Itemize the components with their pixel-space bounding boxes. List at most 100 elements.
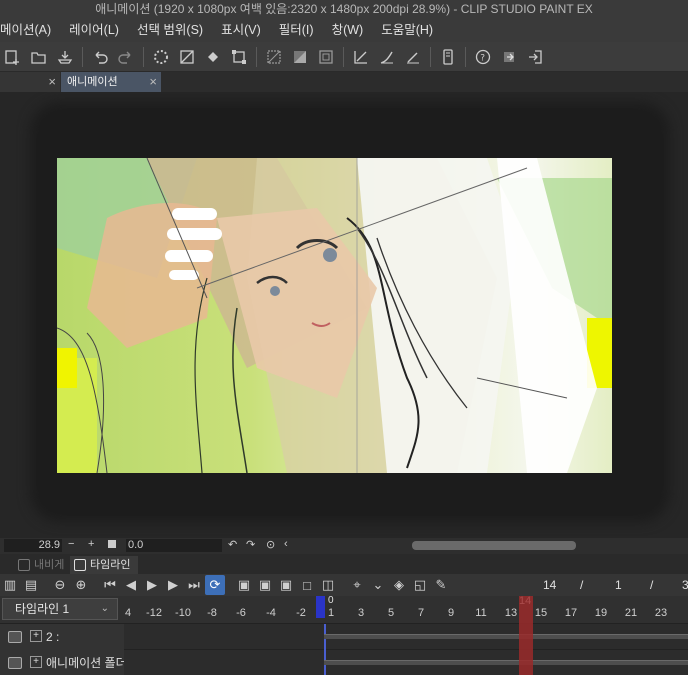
assign-cel-icon[interactable]: ▣ <box>276 575 296 595</box>
frame-ruler[interactable]: 4 -12 -10 -8 -6 -4 -2 1 3 5 7 9 11 13 15 17 19 21 23 <box>124 596 688 624</box>
share-icon[interactable] <box>497 45 521 69</box>
fit-icon[interactable] <box>108 540 116 548</box>
horizontal-scrollbar[interactable] <box>412 541 576 550</box>
menu-view[interactable]: 표시(V) <box>212 18 270 42</box>
current-frame-value: 14 <box>543 578 557 592</box>
zoom-out-timeline-icon[interactable]: ⊖ <box>50 575 70 595</box>
canvas-artwork[interactable] <box>57 158 612 473</box>
open-icon[interactable] <box>27 45 51 69</box>
select-none-icon[interactable] <box>262 45 286 69</box>
exit-icon[interactable] <box>523 45 547 69</box>
command-bar: ? <box>0 42 688 72</box>
ruler-icon[interactable] <box>349 45 373 69</box>
save-icon[interactable] <box>53 45 77 69</box>
prev-frame-icon[interactable]: ◀ <box>121 575 141 595</box>
rotation-value[interactable]: 0.0 <box>126 539 222 552</box>
layer-thumbnail-icon[interactable] <box>8 631 22 643</box>
rotate-right-icon[interactable]: ↷ <box>246 538 255 551</box>
reset-rotation-icon[interactable]: ⊙ <box>266 538 275 551</box>
clear-icon[interactable] <box>175 45 199 69</box>
loading-icon[interactable] <box>149 45 173 69</box>
ruler-tick-label: 21 <box>624 607 638 619</box>
pen-icon[interactable] <box>375 45 399 69</box>
new-timeline-icon[interactable]: ▥ <box>0 575 20 595</box>
menu-window[interactable]: 창(W) <box>323 18 373 42</box>
ruler-tick-label: -4 <box>266 607 276 619</box>
expand-icon[interactable]: + <box>30 630 42 642</box>
ruler-tick-label: 1 <box>327 607 335 619</box>
select-invert-icon[interactable] <box>288 45 312 69</box>
light-table-icon[interactable]: ◱ <box>410 575 430 595</box>
select-border-icon[interactable] <box>314 45 338 69</box>
zoom-in-timeline-icon[interactable]: ⊕ <box>71 575 91 595</box>
rotate-left-icon[interactable]: ↶ <box>228 538 237 551</box>
redo-icon[interactable] <box>114 45 138 69</box>
chevron-down-icon: ⌄ <box>100 603 109 614</box>
edit-timeline-icon[interactable]: ▤ <box>21 575 41 595</box>
help-icon[interactable]: ? <box>471 45 495 69</box>
first-frame-icon[interactable]: ⏮ <box>100 575 120 595</box>
ruler-tick-label: 17 <box>564 607 578 619</box>
timeline-header: 타임라인 1 ⌄ 4 -12 -10 -8 -6 -4 -2 1 3 5 7 9 11 13 15 17 19 2… <box>0 595 688 624</box>
start-frame-marker[interactable] <box>316 596 325 618</box>
track-row[interactable]: + 애니메이션 폴더 : <box>0 650 688 675</box>
delete-cel-icon[interactable]: □ <box>297 575 317 595</box>
expand-icon[interactable]: + <box>30 656 42 668</box>
track-label: 2 : <box>46 630 60 644</box>
track-lane[interactable] <box>324 660 688 665</box>
ruler-tick-label: -12 <box>146 607 162 619</box>
navigator-icon <box>18 559 30 571</box>
tab-timeline[interactable]: 타임라인 <box>70 556 138 574</box>
panel-tabs: 내비게이터 타임라인 <box>0 554 688 589</box>
fill-icon[interactable] <box>201 45 225 69</box>
track-header[interactable]: + 2 : <box>0 624 124 650</box>
new-animation-folder-icon[interactable]: ▣ <box>234 575 254 595</box>
device-icon[interactable] <box>436 45 460 69</box>
current-frame-indicator[interactable] <box>519 596 533 675</box>
close-icon[interactable]: × <box>48 72 56 92</box>
ruler-tick-label: -2 <box>296 607 306 619</box>
menu-layer[interactable]: 레이어(L) <box>60 18 128 42</box>
ruler-tick-label: 4 <box>124 607 132 619</box>
track-row[interactable]: + 2 : <box>0 624 688 650</box>
document-tab[interactable]: × <box>0 72 60 92</box>
document-tab-animation[interactable]: 애니메이션 × <box>61 72 161 92</box>
new-icon[interactable] <box>1 45 25 69</box>
frame-value-3: 3 <box>682 578 688 592</box>
tab-label: 타임라인 <box>90 559 131 571</box>
menu-help[interactable]: 도움말(H) <box>372 18 442 42</box>
keyframe-icon[interactable]: ⌄ <box>368 575 388 595</box>
menu-filter[interactable]: 필터(I) <box>270 18 323 42</box>
pen2-icon[interactable] <box>401 45 425 69</box>
last-frame-icon[interactable]: ⏭ <box>184 575 204 595</box>
zoom-in-icon[interactable]: + <box>88 538 94 550</box>
camera-icon[interactable]: ⌖ <box>347 575 367 595</box>
flip-icon[interactable]: ‹ <box>284 538 288 550</box>
toolbar-separator <box>256 46 257 67</box>
new-cel-icon[interactable]: ▣ <box>255 575 275 595</box>
zoom-out-icon[interactable]: − <box>68 538 74 550</box>
track-label: 애니메이션 폴더 : <box>46 656 124 670</box>
canvas-area[interactable] <box>0 92 688 538</box>
enable-keyframe-icon[interactable]: ◈ <box>389 575 409 595</box>
menu-selection[interactable]: 선택 범위(S) <box>128 18 212 42</box>
timeline-select[interactable]: 타임라인 1 ⌄ <box>2 598 118 620</box>
edit-pen-icon[interactable]: ✎ <box>431 575 451 595</box>
window-title: 애니메이션 (1920 x 1080px 여백 있음:2320 x 1480px… <box>0 0 688 18</box>
play-icon[interactable]: ▶ <box>142 575 162 595</box>
folder-icon[interactable] <box>8 657 22 669</box>
undo-icon[interactable] <box>88 45 112 69</box>
next-frame-icon[interactable]: ▶ <box>163 575 183 595</box>
timeline-toolbar: ▥ ▤ ⊖ ⊕ ⏮ ◀ ▶ ▶ ⏭ ⟳ ▣ ▣ ▣ □ ◫ ⌖ ⌄ ◈ ◱ ✎ … <box>0 574 688 596</box>
close-icon[interactable]: × <box>149 72 157 92</box>
onion-skin-icon[interactable]: ◫ <box>318 575 338 595</box>
loop-icon[interactable]: ⟳ <box>205 575 225 595</box>
zoom-value[interactable]: 28.9 <box>4 539 62 552</box>
ruler-tick-label: -10 <box>175 607 191 619</box>
track-header[interactable]: + 애니메이션 폴더 : <box>0 650 124 675</box>
ruler-tick-label: 9 <box>447 607 455 619</box>
tab-navigator[interactable]: 내비게이터 <box>14 556 68 589</box>
transform-icon[interactable] <box>227 45 251 69</box>
menu-animation[interactable]: 메이션(A) <box>0 18 60 42</box>
track-lane[interactable] <box>324 634 688 639</box>
